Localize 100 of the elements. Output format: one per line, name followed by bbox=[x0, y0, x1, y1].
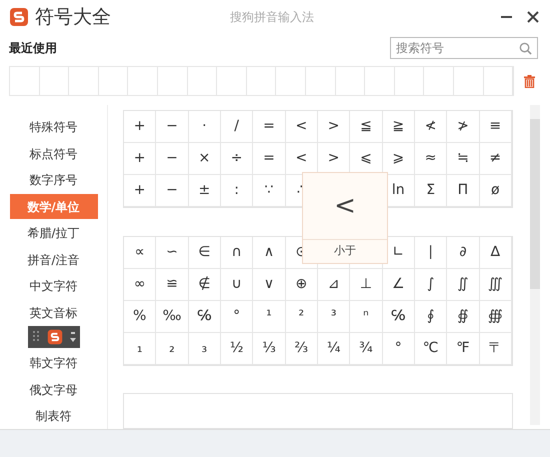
category-item[interactable]: 俄文字母 bbox=[10, 377, 98, 402]
symbol-cell[interactable]: ∪ bbox=[232, 274, 242, 296]
symbol-cell[interactable]: ¾ bbox=[359, 338, 373, 360]
category-item[interactable]: 拼音/注音 bbox=[10, 247, 98, 272]
symbol-cell[interactable]: ∨ bbox=[264, 274, 274, 296]
symbol-cell[interactable]: ∣ bbox=[427, 242, 434, 264]
symbol-cell[interactable]: ∞ bbox=[134, 274, 146, 296]
symbol-cell[interactable]: ÷ bbox=[230, 148, 243, 169]
symbol-cell[interactable]: ⩽ bbox=[360, 148, 372, 169]
symbol-cell[interactable]: ℃ bbox=[422, 338, 438, 360]
symbol-cell[interactable]: × bbox=[198, 148, 210, 169]
ime-toolbar[interactable] bbox=[28, 326, 80, 348]
symbol-cell[interactable]: / bbox=[234, 116, 239, 137]
symbol-cell[interactable]: ℅ bbox=[197, 306, 212, 328]
search-field[interactable]: 搜索符号 bbox=[390, 37, 538, 59]
symbol-cell[interactable]: 〒 bbox=[488, 338, 502, 360]
symbol-cell[interactable]: ± bbox=[198, 180, 210, 201]
symbol-cell[interactable]: + bbox=[134, 116, 146, 137]
symbol-cell[interactable]: < bbox=[295, 116, 308, 137]
symbol-cell[interactable]: > bbox=[328, 148, 340, 169]
grip-icon bbox=[32, 330, 40, 344]
symbol-cell[interactable]: ℅ bbox=[391, 306, 406, 328]
app-name: 搜狗拼音输入法 bbox=[230, 9, 314, 26]
symbol-cell[interactable]: ∭ bbox=[488, 274, 503, 296]
symbol-cell[interactable]: ≠ bbox=[489, 148, 502, 169]
symbol-cell[interactable]: ø bbox=[490, 180, 500, 201]
symbol-cell[interactable]: ∫ bbox=[426, 274, 434, 296]
symbol-cell[interactable]: + bbox=[134, 180, 146, 201]
symbol-cell[interactable]: ° bbox=[394, 338, 402, 360]
symbol-cell[interactable]: ≮ bbox=[424, 116, 436, 137]
category-item[interactable]: 中文字符 bbox=[10, 274, 98, 298]
category-item[interactable]: 韩文字符 bbox=[10, 350, 98, 376]
section-label: 最近使用 bbox=[9, 40, 57, 57]
symbol-cell[interactable]: ∰ bbox=[488, 306, 503, 328]
symbol-cell[interactable]: = bbox=[263, 116, 275, 137]
category-item[interactable]: 标点符号 bbox=[10, 141, 98, 166]
symbol-cell[interactable]: ° bbox=[233, 306, 240, 328]
symbol-cell[interactable]: Π bbox=[458, 180, 468, 201]
symbol-cell[interactable]: ≌ bbox=[166, 274, 178, 296]
category-item[interactable]: 数字序号 bbox=[10, 168, 98, 192]
symbol-cell[interactable]: ≯ bbox=[457, 116, 469, 137]
symbol-cell[interactable]: ⩾ bbox=[392, 148, 404, 169]
symbol-cell[interactable]: ∂ bbox=[459, 242, 467, 264]
symbol-cell[interactable]: ⊕ bbox=[295, 274, 308, 296]
symbol-cell[interactable]: ∬ bbox=[457, 274, 468, 296]
symbol-cell[interactable]: ≡ bbox=[489, 116, 502, 137]
symbol-cell[interactable]: ∠ bbox=[392, 274, 405, 296]
symbol-cell[interactable]: ‰ bbox=[162, 306, 182, 328]
symbol-cell[interactable]: − bbox=[166, 116, 178, 137]
symbol-cell[interactable]: + bbox=[134, 148, 146, 169]
symbol-cell[interactable]: < bbox=[295, 148, 308, 169]
symbol-cell[interactable]: ⊥ bbox=[360, 274, 372, 296]
symbol-cell[interactable]: ⊿ bbox=[328, 274, 340, 296]
search-icon[interactable] bbox=[519, 42, 532, 54]
symbol-cell[interactable]: ³ bbox=[330, 306, 336, 328]
symbol-cell[interactable]: ₁ bbox=[136, 338, 142, 360]
symbol-cell[interactable]: = bbox=[263, 148, 275, 169]
tooltip-label: 小于 bbox=[334, 243, 356, 260]
symbol-cell[interactable]: ∉ bbox=[198, 274, 210, 296]
symbol-cell[interactable]: ∮ bbox=[426, 306, 434, 328]
symbol-cell[interactable]: − bbox=[166, 180, 178, 201]
symbol-cell[interactable]: ∝ bbox=[134, 242, 145, 264]
symbol-cell[interactable]: ∆ bbox=[490, 242, 500, 264]
symbol-cell[interactable]: ≦ bbox=[360, 116, 372, 137]
symbol-cell[interactable]: ≒ bbox=[457, 148, 469, 169]
symbol-cell[interactable]: ∈ bbox=[198, 242, 210, 264]
symbol-cell[interactable]: ¹ bbox=[266, 306, 272, 328]
symbol-cell[interactable]: ₃ bbox=[202, 338, 208, 360]
symbol-cell[interactable]: ∯ bbox=[457, 306, 468, 328]
symbol-cell[interactable]: ln bbox=[392, 180, 405, 201]
symbol-cell[interactable]: ¼ bbox=[326, 338, 340, 360]
trash-icon[interactable] bbox=[524, 74, 536, 88]
symbol-cell[interactable]: ≧ bbox=[392, 116, 404, 137]
scrollbar[interactable] bbox=[530, 105, 540, 425]
symbol-cell[interactable]: : bbox=[234, 180, 239, 201]
symbol-cell[interactable]: Σ bbox=[426, 180, 436, 201]
symbol-cell[interactable]: ₂ bbox=[169, 338, 175, 360]
symbol-cell[interactable]: ∽ bbox=[166, 242, 178, 264]
symbol-cell[interactable]: − bbox=[166, 148, 178, 169]
symbol-cell[interactable]: ⅓ bbox=[262, 338, 276, 360]
category-item[interactable]: 制表符 bbox=[10, 404, 98, 428]
category-item[interactable]: 英文音标 bbox=[10, 300, 98, 325]
symbol-cell[interactable]: ℉ bbox=[456, 338, 470, 360]
symbol-cell[interactable]: ½ bbox=[230, 338, 244, 360]
symbol-cell[interactable]: % bbox=[133, 306, 146, 328]
symbol-cell[interactable]: ∵ bbox=[264, 180, 274, 201]
symbol-cell[interactable]: ∟ bbox=[392, 242, 404, 264]
search-input[interactable]: 搜索符号 bbox=[396, 39, 519, 57]
symbol-cell[interactable]: ⅔ bbox=[294, 338, 308, 360]
symbol-cell[interactable]: ∩ bbox=[232, 242, 242, 264]
symbol-cell[interactable]: > bbox=[328, 116, 340, 137]
symbol-cell[interactable]: ≈ bbox=[424, 148, 436, 169]
category-item[interactable]: 特殊符号 bbox=[10, 114, 98, 140]
logo-icon bbox=[9, 7, 29, 27]
symbol-cell[interactable]: · bbox=[202, 116, 207, 137]
symbol-cell[interactable]: ⁿ bbox=[363, 306, 369, 328]
category-item[interactable]: 希腊/拉丁 bbox=[10, 220, 98, 246]
symbol-cell[interactable]: ² bbox=[298, 306, 304, 328]
close-button[interactable] bbox=[527, 11, 539, 23]
symbol-cell[interactable]: ∧ bbox=[264, 242, 274, 264]
